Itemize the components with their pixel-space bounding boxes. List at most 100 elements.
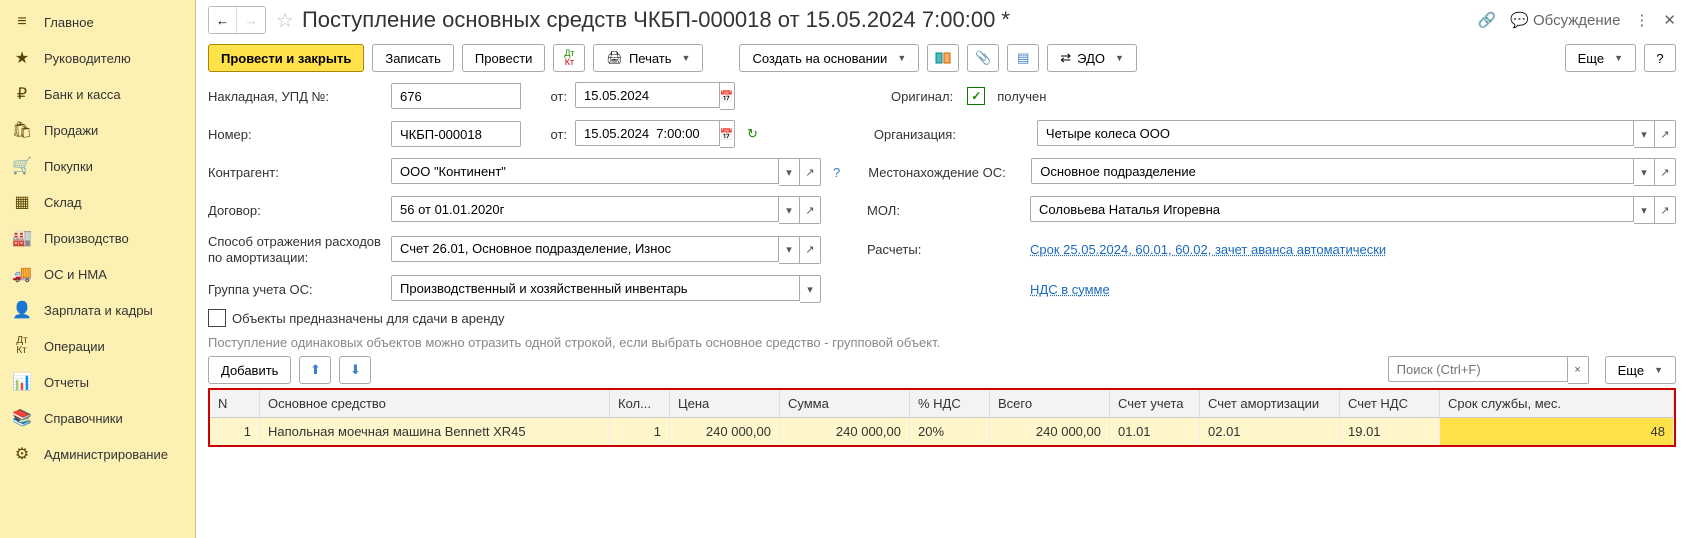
more-button[interactable]: Еще▼ [1565,44,1636,72]
open-icon[interactable]: ↗ [1655,196,1676,224]
refresh-date-icon[interactable]: ↻ [747,126,758,142]
col-price[interactable]: Цена [670,390,780,418]
invoice-date-field[interactable]: 📅 [575,82,735,110]
table-row[interactable]: 1 Напольная моечная машина Bennett XR45 … [210,418,1674,445]
cell-price[interactable]: 240 000,00 [670,418,780,445]
table-more-button[interactable]: Еще▼ [1605,356,1676,384]
contract-input[interactable] [398,201,772,218]
sidebar-item-catalogs[interactable]: 📚 Справочники [0,400,195,436]
dropdown-icon[interactable]: ▾ [779,236,800,264]
sidebar-item-production[interactable]: 🏭 Производство [0,220,195,256]
move-up-button[interactable]: ⬆ [299,356,331,384]
nav-back-button[interactable]: ← [209,7,237,33]
sidebar-item-purchases[interactable]: 🛒 Покупки [0,148,195,184]
dropdown-icon[interactable]: ▾ [1634,196,1655,224]
number-field[interactable] [391,121,521,147]
edo-button[interactable]: ⇄ЭДО▼ [1047,44,1137,72]
table-search-input[interactable] [1395,361,1561,378]
mol-input[interactable] [1037,201,1627,218]
vat-link[interactable]: НДС в сумме [1030,282,1110,297]
cell-total[interactable]: 240 000,00 [990,418,1110,445]
invoice-no-input[interactable] [398,88,514,105]
cell-asset[interactable]: Напольная моечная машина Bennett XR45 [260,418,610,445]
col-vatpct[interactable]: % НДС [910,390,990,418]
open-icon[interactable]: ↗ [800,196,821,224]
nav-forward-button[interactable]: → [237,7,265,33]
dropdown-icon[interactable]: ▾ [779,196,800,224]
sidebar-item-bank[interactable]: ₽ Банк и касса [0,76,195,112]
expense-input[interactable] [398,240,772,257]
clear-search-icon[interactable]: × [1568,356,1589,384]
col-life[interactable]: Срок службы, мес. [1440,390,1674,418]
sidebar-item-main[interactable]: ≡ Главное [0,4,195,40]
dropdown-icon[interactable]: ▾ [779,158,800,186]
favorite-icon[interactable]: ☆ [276,8,294,33]
calc-link[interactable]: Срок 25.05.2024, 60.01, 60.02, зачет ава… [1030,242,1386,257]
sidebar-item-sales[interactable]: 🛍 Продажи [0,112,195,148]
col-amort[interactable]: Счет амортизации [1200,390,1340,418]
close-icon[interactable]: ✕ [1663,11,1676,29]
sidebar-item-warehouse[interactable]: ▦ Склад [0,184,195,220]
add-row-button[interactable]: Добавить [208,356,291,384]
cell-vatacc[interactable]: 19.01 [1340,418,1440,445]
number-date-field[interactable]: 📅 [575,120,735,148]
post-and-close-button[interactable]: Провести и закрыть [208,44,364,72]
org-field[interactable]: ▾ ↗ [1037,120,1676,148]
expense-field[interactable]: ▾ ↗ [391,236,821,264]
col-qty[interactable]: Кол... [610,390,670,418]
invoice-no-field[interactable] [391,83,521,109]
sidebar-item-operations[interactable]: ДтКт Операции [0,328,195,364]
contract-field[interactable]: ▾ ↗ [391,196,821,224]
open-icon[interactable]: ↗ [1655,158,1676,186]
col-acc[interactable]: Счет учета [1110,390,1200,418]
sidebar-item-assets[interactable]: 🚚 ОС и НМА [0,256,195,292]
location-input[interactable] [1038,163,1627,180]
sidebar-item-hr[interactable]: 👤 Зарплата и кадры [0,292,195,328]
sidebar-item-reports[interactable]: 📊 Отчеты [0,364,195,400]
group-input[interactable] [398,280,793,297]
invoice-date-input[interactable] [582,87,713,104]
original-checkbox[interactable]: ✓ [967,87,985,105]
attach-button[interactable]: 📎 [967,44,999,72]
calendar-icon[interactable]: 📅 [720,120,736,148]
number-input[interactable] [398,126,514,143]
create-based-button[interactable]: Создать на основании▼ [739,44,919,72]
help-button[interactable]: ? [1644,44,1676,72]
counterparty-field[interactable]: ▾ ↗ [391,158,821,186]
open-icon[interactable]: ↗ [800,236,821,264]
cell-life[interactable]: 48 [1440,418,1674,445]
kebab-icon[interactable]: ⋮ [1634,11,1649,29]
compare-button[interactable] [927,44,959,72]
post-button[interactable]: Провести [462,44,546,72]
open-icon[interactable]: ↗ [800,158,821,186]
cell-n[interactable]: 1 [210,418,260,445]
sidebar-item-admin[interactable]: ⚙ Администрирование [0,436,195,472]
dropdown-icon[interactable]: ▾ [1634,120,1655,148]
cell-amort[interactable]: 02.01 [1200,418,1340,445]
sidebar-item-manager[interactable]: ★ Руководителю [0,40,195,76]
dropdown-icon[interactable]: ▾ [1634,158,1655,186]
print-button[interactable]: 🖨Печать▼ [593,44,703,72]
col-sum[interactable]: Сумма [780,390,910,418]
open-icon[interactable]: ↗ [1655,120,1676,148]
rent-checkbox[interactable] [208,309,226,327]
group-field[interactable]: ▾ [391,275,821,303]
org-input[interactable] [1044,125,1627,142]
save-button[interactable]: Записать [372,44,454,72]
counterparty-input[interactable] [398,163,772,180]
dtkt-button[interactable]: ДтКт [553,44,585,72]
calendar-icon[interactable]: 📅 [720,82,736,110]
dropdown-icon[interactable]: ▾ [800,275,821,303]
discuss-button[interactable]: 💬 Обсуждение [1510,11,1620,29]
link-icon[interactable]: 🔗 [1478,11,1497,29]
cell-qty[interactable]: 1 [610,418,670,445]
counterparty-help-icon[interactable]: ? [833,165,840,180]
col-vatacc[interactable]: Счет НДС [1340,390,1440,418]
cell-vatpct[interactable]: 20% [910,418,990,445]
col-n[interactable]: N [210,390,260,418]
mol-field[interactable]: ▾ ↗ [1030,196,1676,224]
cell-sum[interactable]: 240 000,00 [780,418,910,445]
checklist-button[interactable]: ▤ [1007,44,1039,72]
number-date-input[interactable] [582,125,713,142]
cell-acc[interactable]: 01.01 [1110,418,1200,445]
